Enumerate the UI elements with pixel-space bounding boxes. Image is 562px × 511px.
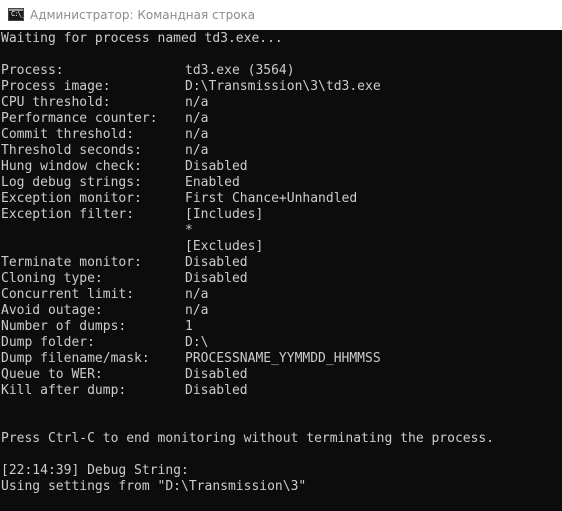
setting-label: Commit threshold: <box>1 127 135 142</box>
setting-row: Commit threshold: n/a <box>1 127 562 143</box>
setting-label: Process image: <box>1 79 111 94</box>
setting-row: Dump filename/mask: PROCESSNAME_YYMMDD_H… <box>1 351 562 367</box>
setting-row: Performance counter: n/a <box>1 111 562 127</box>
setting-row: Process image: D:\Transmission\3\td3.exe <box>1 79 562 95</box>
console-line-debug-string: [22:14:39] Debug String: <box>1 463 562 479</box>
cmd-prompt-icon[interactable]: C:\_ <box>8 8 25 21</box>
debug-string-text: [22:14:39] Debug String: <box>1 463 189 478</box>
setting-label: Performance counter: <box>1 111 158 126</box>
setting-value: n/a <box>185 287 209 302</box>
setting-row: Kill after dump: Disabled <box>1 383 562 399</box>
setting-label: Dump filename/mask: <box>1 351 150 366</box>
setting-row: Dump folder: D:\ <box>1 335 562 351</box>
setting-label: Hung window check: <box>1 159 142 174</box>
setting-row: Process: td3.exe (3564) <box>1 63 562 79</box>
setting-value: n/a <box>185 95 209 110</box>
setting-label: Log debug strings: <box>1 175 142 190</box>
setting-label: Avoid outage: <box>1 303 103 318</box>
setting-label: Terminate monitor: <box>1 255 142 270</box>
setting-value: [Includes] <box>185 207 264 222</box>
setting-value: Disabled <box>185 383 248 398</box>
console-line-waiting: Waiting for process named td3.exe... <box>1 31 562 47</box>
setting-value: Disabled <box>185 255 248 270</box>
setting-row: * <box>1 223 562 239</box>
waiting-text: Waiting for process named td3.exe... <box>1 31 283 46</box>
setting-label: Threshold seconds: <box>1 143 142 158</box>
cmd-icon-glyph: C:\_ <box>11 10 25 18</box>
setting-value: n/a <box>185 143 209 158</box>
setting-value: [Excludes] <box>185 239 264 254</box>
press-ctrl-c-text: Press Ctrl-C to end monitoring without t… <box>1 431 495 446</box>
setting-row: Hung window check: Disabled <box>1 159 562 175</box>
setting-value: PROCESSNAME_YYMMDD_HHMMSS <box>185 351 381 366</box>
setting-row: Cloning type: Disabled <box>1 271 562 287</box>
setting-value: n/a <box>185 303 209 318</box>
setting-row: Threshold seconds: n/a <box>1 143 562 159</box>
setting-value: D:\ <box>185 335 209 350</box>
setting-label: Cloning type: <box>1 271 103 286</box>
setting-row: Terminate monitor: Disabled <box>1 255 562 271</box>
setting-value: Disabled <box>185 159 248 174</box>
setting-label: CPU threshold: <box>1 95 111 110</box>
setting-row: Exception monitor: First Chance+Unhandle… <box>1 191 562 207</box>
setting-row: CPU threshold: n/a <box>1 95 562 111</box>
setting-value: td3.exe (3564) <box>185 63 295 78</box>
setting-value: * <box>185 223 193 238</box>
setting-row: Number of dumps: 1 <box>1 319 562 335</box>
setting-value: First Chance+Unhandled <box>185 191 358 206</box>
setting-label: Dump folder: <box>1 335 95 350</box>
setting-row: Exception filter: [Includes] <box>1 207 562 223</box>
setting-value: n/a <box>185 127 209 142</box>
console-output[interactable]: Waiting for process named td3.exe... Pro… <box>0 30 562 511</box>
setting-value: 1 <box>185 319 193 334</box>
setting-value: Disabled <box>185 367 248 382</box>
setting-row: Concurrent limit: n/a <box>1 287 562 303</box>
setting-label: Exception filter: <box>1 207 135 222</box>
setting-row: Avoid outage: n/a <box>1 303 562 319</box>
setting-label: Kill after dump: <box>1 383 127 398</box>
setting-row: Queue to WER: Disabled <box>1 367 562 383</box>
command-prompt-window: C:\_ Администратор: Командная строка Wai… <box>0 0 562 511</box>
console-line-press-ctrl-c: Press Ctrl-C to end monitoring without t… <box>1 431 562 447</box>
setting-row: Log debug strings: Enabled <box>1 175 562 191</box>
setting-label: Concurrent limit: <box>1 287 135 302</box>
setting-label: Exception monitor: <box>1 191 142 206</box>
setting-label: Queue to WER: <box>1 367 103 382</box>
console-line-using-settings: Using settings from "D:\Transmission\3" <box>1 479 562 495</box>
setting-value: Enabled <box>185 175 240 190</box>
window-title: Администратор: Командная строка <box>30 8 256 22</box>
setting-label: Number of dumps: <box>1 319 127 334</box>
setting-value: D:\Transmission\3\td3.exe <box>185 79 381 94</box>
setting-label: Process: <box>1 63 64 78</box>
setting-value: n/a <box>185 111 209 126</box>
setting-row: [Excludes] <box>1 239 562 255</box>
title-bar[interactable]: C:\_ Администратор: Командная строка <box>0 0 562 30</box>
using-settings-text: Using settings from "D:\Transmission\3" <box>1 479 307 494</box>
setting-value: Disabled <box>185 271 248 286</box>
